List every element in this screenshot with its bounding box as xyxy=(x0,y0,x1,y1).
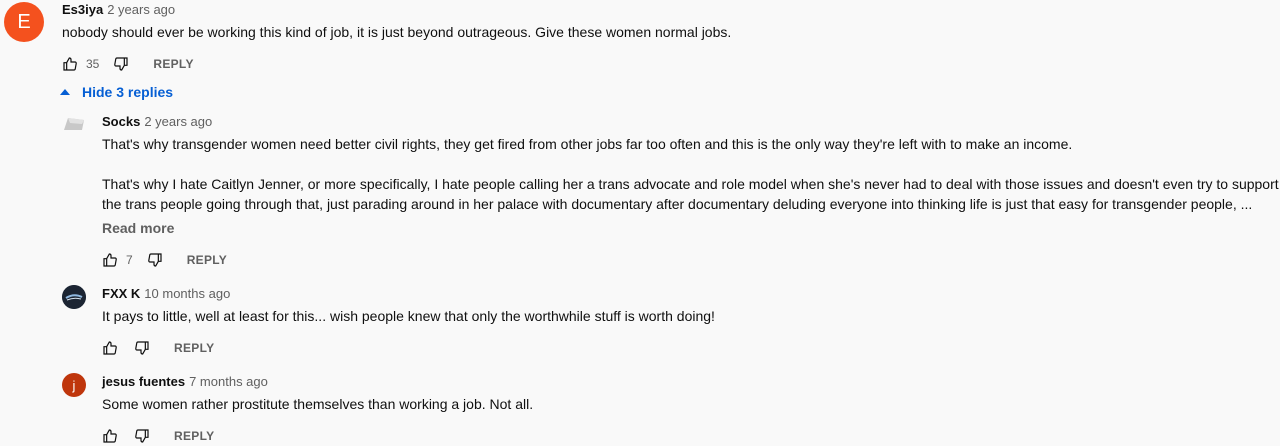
avatar[interactable] xyxy=(62,116,86,132)
dislike-icon[interactable] xyxy=(113,56,129,72)
like-count: 35 xyxy=(86,57,100,71)
like-count: 7 xyxy=(126,253,133,267)
avatar[interactable]: j xyxy=(62,373,86,397)
reply-text-line: That's why I hate Caitlyn Jenner, or mor… xyxy=(102,176,1279,192)
like-icon[interactable] xyxy=(62,56,78,72)
avatar-letter: j xyxy=(72,377,76,393)
reply-text: Some women rather prostitute themselves … xyxy=(102,396,534,412)
dislike-icon[interactable] xyxy=(134,340,150,356)
author-name[interactable]: Socks xyxy=(102,114,140,129)
avatar-letter: E xyxy=(17,10,31,33)
like-icon[interactable] xyxy=(102,252,118,268)
reply-text-line: That's why transgender women need better… xyxy=(102,136,1073,152)
reply-header: FXX K 10 months ago xyxy=(102,286,230,302)
author-name[interactable]: Es3iya xyxy=(62,2,103,17)
chevron-up-icon xyxy=(60,89,70,95)
reply-toolbar: REPLY xyxy=(102,426,214,446)
reply-button[interactable]: REPLY xyxy=(174,341,214,355)
reply-toolbar: REPLY xyxy=(102,338,214,358)
comment-timestamp[interactable]: 2 years ago xyxy=(107,2,175,17)
author-name[interactable]: FXX K xyxy=(102,286,140,301)
comment-header: Es3iya 2 years ago xyxy=(62,2,175,18)
comment-timestamp[interactable]: 7 months ago xyxy=(189,374,268,389)
comment-timestamp[interactable]: 10 months ago xyxy=(144,286,230,301)
reply-text: It pays to little, well at least for thi… xyxy=(102,308,715,324)
comment-text: nobody should ever be working this kind … xyxy=(62,24,732,40)
reply-button[interactable]: REPLY xyxy=(174,429,214,443)
dislike-icon[interactable] xyxy=(147,252,163,268)
hide-replies-button[interactable]: Hide 3 replies xyxy=(60,82,173,102)
reply-toolbar: 7 REPLY xyxy=(102,250,227,270)
reply-button[interactable]: REPLY xyxy=(153,57,193,71)
comment-toolbar: 35 REPLY xyxy=(62,54,194,74)
avatar[interactable]: E xyxy=(4,2,44,42)
reply-header: Socks 2 years ago xyxy=(102,114,212,130)
like-icon[interactable] xyxy=(102,340,118,356)
hide-replies-label: Hide 3 replies xyxy=(82,84,174,100)
reply-header: jesus fuentes 7 months ago xyxy=(102,374,268,390)
read-more-link[interactable]: Read more xyxy=(102,220,174,236)
author-name[interactable]: jesus fuentes xyxy=(102,374,185,389)
reply-text-line: the trans people going through that, jus… xyxy=(102,196,1253,212)
comment-timestamp[interactable]: 2 years ago xyxy=(144,114,212,129)
avatar[interactable] xyxy=(62,285,86,309)
reply-button[interactable]: REPLY xyxy=(187,253,227,267)
